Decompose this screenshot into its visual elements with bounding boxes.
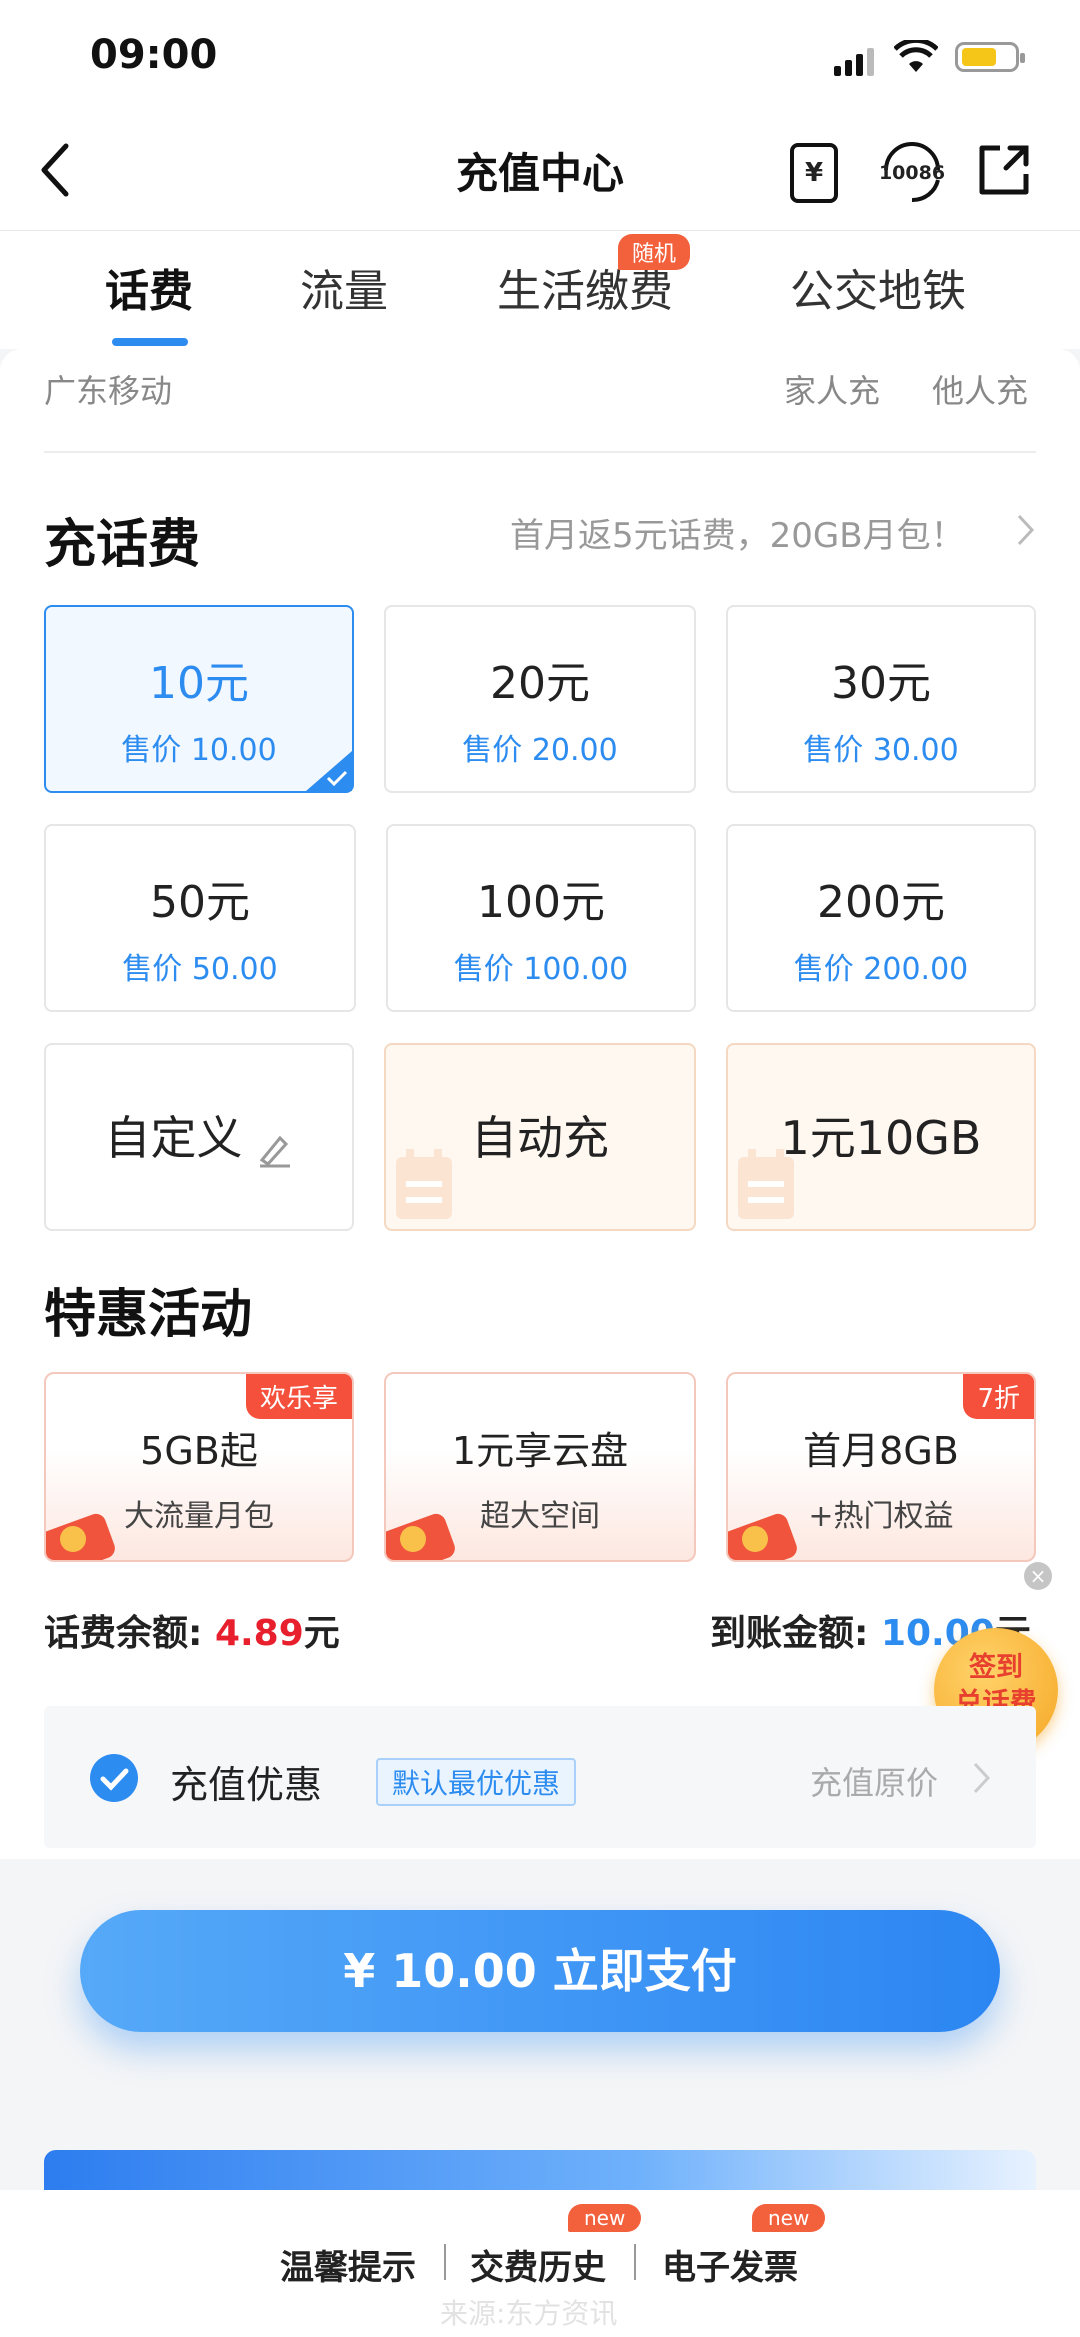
calendar-icon	[396, 1149, 452, 1219]
recharge-title: 充话费	[44, 515, 201, 575]
deal-title: 5GB起	[140, 1429, 258, 1473]
share-button[interactable]	[976, 142, 1032, 198]
auto-recharge-button[interactable]: 自动充	[384, 1043, 696, 1231]
tab-phone-bill[interactable]: 话费	[105, 255, 193, 319]
amount-option-20[interactable]: 20元 售价 20.00	[384, 605, 696, 793]
deals-title: 特惠活动	[44, 1285, 253, 1345]
amount-option-30[interactable]: 30元 售价 30.00	[726, 605, 1036, 793]
other-recharge-link[interactable]: 他人充	[932, 366, 1028, 412]
original-price-link[interactable]: 充值原价	[810, 1758, 938, 1804]
amount-option-10[interactable]: 10元 售价 10.00	[44, 605, 354, 793]
deal-title: 1元享云盘	[451, 1429, 629, 1473]
checked-icon[interactable]	[90, 1754, 138, 1802]
amount-option-200[interactable]: 200元 售价 200.00	[726, 824, 1036, 1012]
amount-option-50[interactable]: 50元 售价 50.00	[44, 824, 356, 1012]
pay-now-button[interactable]: ¥ 10.00 立即支付	[80, 1910, 1000, 2032]
amount-option-100[interactable]: 100元 售价 100.00	[386, 824, 696, 1012]
tab-transit[interactable]: 公交地铁	[790, 255, 966, 319]
tab-data[interactable]: 流量	[300, 255, 388, 319]
amount-label: 50元	[150, 877, 250, 928]
close-icon: ×	[1029, 1564, 1047, 1588]
amount-price: 售价 50.00	[122, 952, 278, 987]
new-badge: new	[752, 2204, 826, 2232]
phone-yuan-icon: ¥	[804, 158, 824, 188]
amount-price: 售价 30.00	[803, 733, 959, 768]
deal-tag: 欢乐享	[245, 1374, 352, 1419]
deal-card[interactable]: 欢乐享 5GB起 大流量月包	[44, 1372, 354, 1562]
e-invoice-link[interactable]: 电子发票	[662, 2240, 798, 2289]
tab-badge: 随机	[618, 234, 691, 270]
amount-price: 售价 20.00	[462, 733, 618, 768]
wifi-icon	[893, 37, 939, 78]
balance-row: 话费余额: 4.89元	[44, 1604, 340, 1656]
tips-link[interactable]: 温馨提示	[280, 2240, 416, 2289]
amount-label: 100元	[477, 877, 605, 928]
promo-link[interactable]: 首月返5元话费，20GB月包！	[510, 508, 965, 557]
share-icon	[979, 145, 1029, 195]
chevron-right-icon	[1016, 512, 1036, 552]
signal-icon	[834, 46, 878, 76]
status-time: 09:00	[90, 32, 218, 78]
family-recharge-link[interactable]: 家人充	[784, 366, 880, 412]
check-icon	[326, 770, 348, 787]
balance-label: 话费余额:	[44, 1613, 203, 1654]
balance-unit: 元	[303, 1613, 340, 1654]
amount-label: 30元	[831, 658, 931, 709]
deal-card[interactable]: 7折 首月8GB +热门权益	[726, 1372, 1036, 1562]
battery-icon	[955, 42, 1025, 72]
deal-card[interactable]: 1元享云盘 超大空间	[384, 1372, 696, 1562]
deal-title: 首月8GB	[803, 1429, 959, 1473]
arrive-label: 到账金额:	[710, 1613, 869, 1654]
customer-service-button[interactable]: 10086	[878, 140, 946, 208]
custom-label: 自定义	[104, 1111, 243, 1165]
payment-history-link[interactable]: 交费历史	[470, 2240, 606, 2289]
coin-icon	[400, 1526, 426, 1552]
discount-badge: 默认最优优惠	[376, 1758, 577, 1806]
data-deal-label: 1元10GB	[780, 1111, 982, 1165]
new-badge: new	[568, 2204, 642, 2232]
data-deal-button[interactable]: 1元10GB	[726, 1043, 1036, 1231]
amount-label: 10元	[149, 658, 249, 709]
divider	[444, 2244, 446, 2280]
amount-price: 售价 100.00	[453, 952, 629, 987]
pencil-icon	[259, 1135, 290, 1167]
amount-price: 售价 200.00	[793, 952, 969, 987]
coin-icon	[60, 1526, 86, 1552]
auto-label: 自动充	[471, 1111, 609, 1165]
discount-label: 充值优惠	[170, 1763, 323, 1807]
service-number: 10086	[878, 162, 946, 184]
active-tab-indicator	[112, 338, 188, 346]
divider	[44, 451, 1036, 453]
custom-amount-button[interactable]: 自定义	[44, 1043, 354, 1231]
coin-icon	[742, 1526, 768, 1552]
balance-value: 4.89	[214, 1613, 304, 1654]
phone-bill-button[interactable]: ¥	[790, 143, 838, 203]
close-float-button[interactable]: ×	[1024, 1562, 1052, 1590]
sign-in-label: 签到	[969, 1652, 1023, 1683]
chevron-right-icon	[972, 1760, 992, 1800]
divider	[634, 2244, 636, 2280]
deal-tag: 7折	[963, 1374, 1034, 1419]
carrier-name: 广东移动	[44, 372, 173, 410]
amount-label: 20元	[490, 658, 590, 709]
amount-label: 200元	[817, 877, 945, 928]
watermark: 来源:东方资讯	[440, 2297, 618, 2330]
